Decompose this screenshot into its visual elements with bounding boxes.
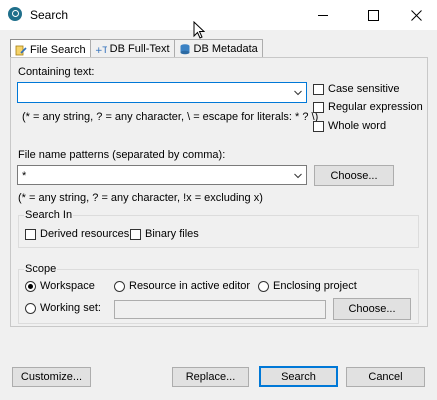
window-title: Search [30,8,69,22]
file-patterns-hint: (* = any string, ? = any character, !x =… [18,192,263,204]
file-patterns-input[interactable]: * [17,165,307,185]
replace-button[interactable]: Replace... [172,367,249,387]
chevron-down-icon[interactable] [294,90,302,96]
tab-db-full-text[interactable]: +T DB Full-Text [89,39,175,58]
containing-text-input[interactable] [17,82,307,103]
working-set-field[interactable] [114,300,326,319]
enclosing-project-radio[interactable]: Enclosing project [258,280,357,292]
title-bar: Search [0,0,437,30]
containing-text-label: Containing text: [18,66,95,78]
derived-resources-checkbox[interactable]: Derived resources [25,228,129,240]
tab-db-metadata[interactable]: DB Metadata [173,39,263,58]
tab-file-search[interactable]: File Search [10,39,91,59]
regular-expression-checkbox[interactable]: Regular expression [313,101,423,113]
svg-text:+T: +T [95,46,107,55]
db-metadata-icon [180,44,190,55]
tab-label: File Search [30,43,86,56]
working-set-choose-button[interactable]: Choose... [333,298,411,320]
case-sensitive-checkbox[interactable]: Case sensitive [313,83,400,95]
active-editor-radio[interactable]: Resource in active editor [114,280,250,292]
working-set-radio[interactable]: Working set: [25,302,101,314]
minimize-button[interactable] [300,0,346,30]
cancel-button[interactable]: Cancel [346,367,425,387]
file-search-icon [15,45,27,55]
mouse-cursor-icon [193,21,205,39]
chevron-down-icon[interactable] [294,173,302,179]
binary-files-checkbox[interactable]: Binary files [130,228,199,240]
search-in-title: Search In [24,209,74,221]
tab-label: DB Full-Text [109,43,170,55]
whole-word-checkbox[interactable]: Whole word [313,120,386,132]
close-button[interactable] [393,0,437,30]
close-icon [410,9,422,21]
tab-bar: File Search +T DB Full-Text DB Metadata [10,39,263,59]
maximize-button[interactable] [350,0,396,30]
scope-title: Scope [24,263,58,275]
db-fulltext-icon: +T [95,46,107,55]
search-button[interactable]: Search [259,366,338,387]
workspace-radio[interactable]: Workspace [25,280,95,292]
tab-label: DB Metadata [193,43,258,55]
file-patterns-label: File name patterns (separated by comma): [18,149,226,161]
eclipse-search-icon [8,7,22,21]
patterns-choose-button[interactable]: Choose... [314,165,394,186]
containing-text-hint: (* = any string, ? = any character, \ = … [22,111,319,123]
customize-button[interactable]: Customize... [12,367,91,387]
